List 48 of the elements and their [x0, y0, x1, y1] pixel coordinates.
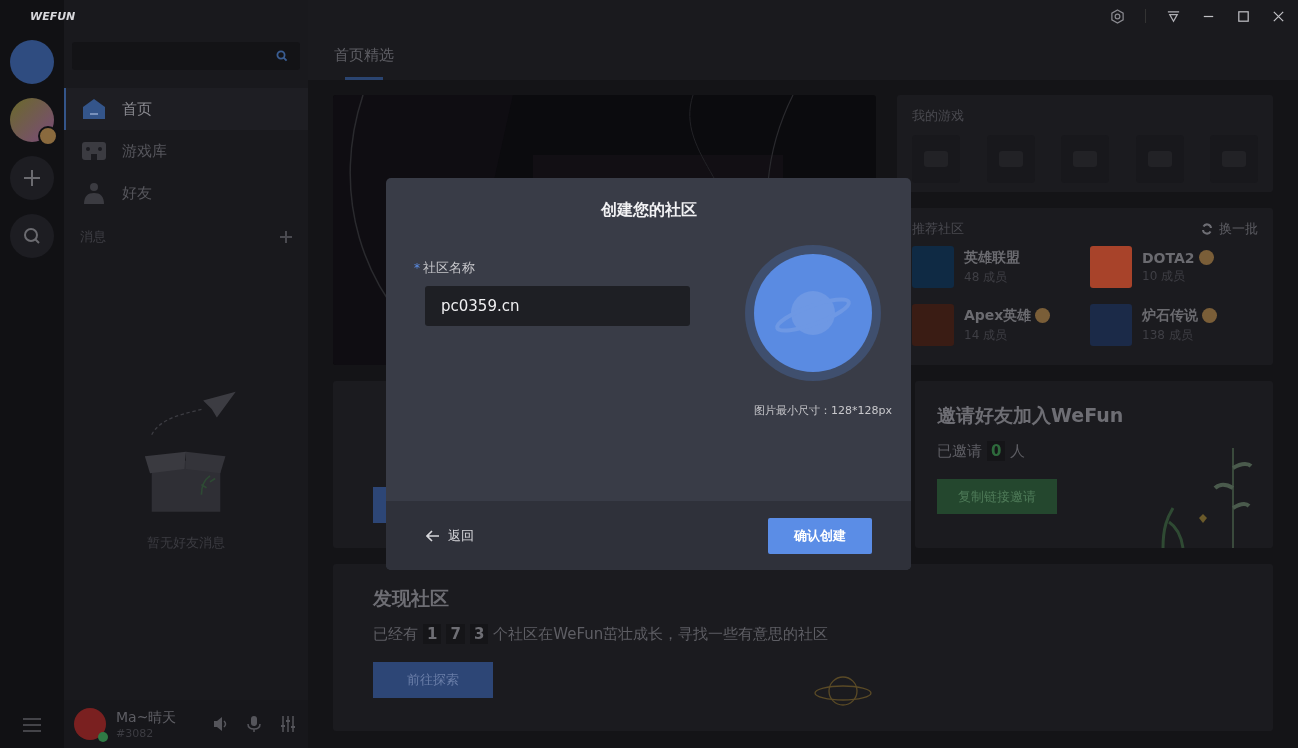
card-title: 发现社区 [373, 586, 449, 611]
nav-item[interactable]: 首页 [64, 88, 308, 130]
community-name[interactable]: 英雄联盟 [964, 248, 1020, 267]
field-label: 社区名称 [423, 259, 475, 277]
user-name: Ma~晴天 [116, 708, 178, 727]
back-button[interactable]: 返回 [426, 526, 474, 545]
confirm-button[interactable]: 确认创建 [768, 517, 872, 554]
add-icon[interactable] [280, 231, 292, 243]
community-name[interactable]: 炉石传说 [1142, 306, 1198, 325]
planet-avatar-icon[interactable] [745, 245, 881, 381]
menu-icon[interactable] [23, 718, 41, 732]
dialog-title: 创建您的社区 [600, 200, 697, 221]
house-icon [82, 98, 106, 120]
search-icon[interactable] [10, 214, 54, 258]
community-name[interactable]: DOTA2 [1142, 249, 1195, 266]
nav-item[interactable]: 好友 [64, 172, 308, 214]
size-hint: 图片最小尺寸：128*128px [754, 403, 892, 418]
server-avatar[interactable] [10, 98, 54, 142]
equalizer-icon[interactable] [280, 716, 296, 732]
add-icon[interactable] [10, 156, 54, 200]
microphone-icon[interactable] [246, 716, 262, 732]
search-icon [276, 50, 288, 62]
crown-icon [38, 126, 58, 146]
required-mark: * [414, 261, 420, 275]
count-digit: 7 [446, 624, 465, 644]
nav-item[interactable]: 游戏库 [64, 130, 308, 172]
count-digit: 3 [469, 624, 489, 644]
refresh-icon [1201, 223, 1213, 235]
dropdown-icon[interactable] [1166, 8, 1181, 24]
explore-button[interactable]: 前往探索 [373, 662, 493, 698]
invite-label: 已邀请 [937, 441, 982, 461]
discover-text: 已经有 [373, 624, 418, 644]
hexagon-icon[interactable] [1110, 8, 1125, 24]
maximize-icon[interactable] [1236, 8, 1251, 24]
invite-count: 0 [987, 441, 1006, 461]
card-title: 邀请好友加入WeFun [937, 403, 1124, 428]
speaker-icon[interactable] [212, 716, 228, 732]
app-logo: WEFUN [30, 9, 76, 23]
community-name[interactable]: Apex英雄 [964, 306, 1032, 325]
invite-unit: 人 [1010, 441, 1026, 461]
person-icon [82, 182, 106, 204]
server-avatar[interactable] [10, 40, 54, 84]
arrow-left-icon [426, 529, 440, 542]
tab[interactable]: 首页精选 [328, 32, 400, 80]
community-name-field[interactable]: pc0359.cn [425, 286, 690, 326]
user-avatar[interactable] [74, 708, 106, 740]
count-digit: 1 [423, 624, 442, 644]
search-field[interactable] [72, 42, 300, 70]
